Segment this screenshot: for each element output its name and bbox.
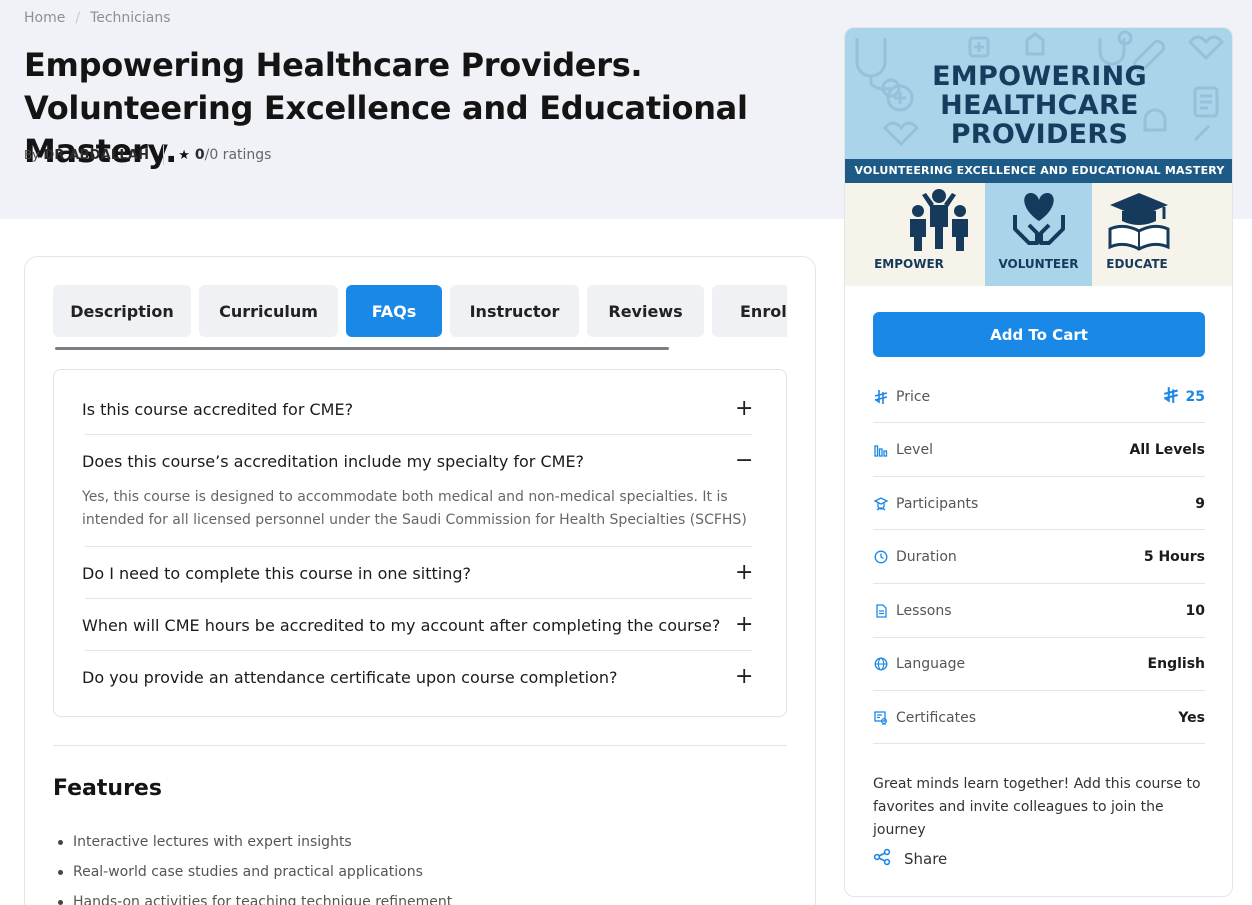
people-group-icon bbox=[910, 189, 968, 251]
tabs-scrollbar[interactable] bbox=[55, 347, 669, 350]
faq-accordion: Is this course accredited for CME? + Does… bbox=[53, 369, 787, 717]
thumbnail-title: EMPOWERING HEALTHCARE PROVIDERS bbox=[932, 61, 1147, 150]
feature-text: Interactive lectures with expert insight… bbox=[73, 834, 352, 850]
faq-question[interactable]: When will CME hours be accredited to my … bbox=[82, 616, 720, 635]
tab-description[interactable]: Description bbox=[53, 285, 191, 337]
faq-question[interactable]: Do you provide an attendance certificate… bbox=[82, 668, 618, 687]
language-value: English bbox=[1147, 655, 1205, 672]
meta-participants: Participants 9 bbox=[873, 477, 1205, 530]
currency-icon bbox=[1162, 386, 1180, 408]
faq-item-expanded[interactable]: Does this course’s accreditation include… bbox=[82, 450, 753, 532]
tab-instructor[interactable]: Instructor bbox=[450, 285, 579, 337]
section-divider bbox=[53, 745, 787, 746]
meta-label: Lessons bbox=[896, 602, 952, 619]
meta-label: Level bbox=[896, 441, 933, 458]
meta-price: Price 25 bbox=[873, 370, 1205, 423]
tab-enrolled[interactable]: Enrolle bbox=[712, 285, 787, 337]
level-value: All Levels bbox=[1129, 441, 1205, 458]
rating-value: 0 bbox=[194, 147, 205, 163]
thumbnail-subtitle: VOLUNTEERING EXCELLENCE AND EDUCATIONAL … bbox=[845, 159, 1232, 183]
price-value: 25 bbox=[1185, 388, 1205, 405]
faq-divider bbox=[85, 546, 752, 547]
faq-divider bbox=[85, 434, 752, 435]
faq-item[interactable]: Do you provide an attendance certificate… bbox=[82, 666, 753, 688]
breadcrumb-current[interactable]: Technicians bbox=[90, 10, 170, 26]
tab-curriculum[interactable]: Curriculum bbox=[199, 285, 338, 337]
course-thumbnail: EMPOWERING HEALTHCARE PROVIDERS VOLUNTEE… bbox=[845, 28, 1232, 286]
tab-faqs[interactable]: FAQs bbox=[346, 285, 442, 337]
lessons-value: 10 bbox=[1185, 602, 1205, 619]
certificates-value: Yes bbox=[1178, 709, 1205, 726]
feature-item: Interactive lectures with expert insight… bbox=[53, 827, 452, 857]
heart-hands-icon bbox=[1013, 193, 1065, 245]
course-sidebar: EMPOWERING HEALTHCARE PROVIDERS VOLUNTEE… bbox=[844, 27, 1233, 897]
faq-question[interactable]: Does this course’s accreditation include… bbox=[82, 452, 584, 471]
rating-count: /0 ratings bbox=[204, 147, 272, 163]
course-tabs: Description Curriculum FAQs Instructor R… bbox=[53, 285, 787, 339]
meta-label: Duration bbox=[896, 548, 957, 565]
certificate-icon bbox=[873, 710, 889, 726]
faq-item[interactable]: When will CME hours be accredited to my … bbox=[82, 614, 753, 636]
bar-chart-icon bbox=[873, 442, 889, 458]
feature-text: Hands-on activities for teaching techniq… bbox=[73, 894, 453, 905]
meta-label: Price bbox=[896, 388, 931, 405]
plus-icon[interactable]: + bbox=[735, 666, 753, 688]
course-byline: By DR ABDALLAH ★ 0 /0 ratings bbox=[24, 145, 271, 165]
features-list: Interactive lectures with expert insight… bbox=[53, 827, 452, 905]
participants-value: 9 bbox=[1195, 495, 1205, 512]
plus-icon[interactable]: + bbox=[735, 398, 753, 420]
faq-question[interactable]: Is this course accredited for CME? bbox=[82, 400, 353, 419]
currency-icon bbox=[873, 389, 889, 405]
participants-icon bbox=[873, 496, 889, 512]
faq-item[interactable]: Is this course accredited for CME? + bbox=[82, 398, 753, 420]
share-button[interactable]: Share bbox=[873, 848, 947, 870]
meta-label: Certificates bbox=[896, 709, 977, 726]
meta-label: Participants bbox=[896, 495, 979, 512]
bullet-icon bbox=[58, 899, 63, 905]
share-icon bbox=[873, 848, 891, 870]
byline-divider bbox=[163, 145, 165, 165]
faq-item[interactable]: Do I need to complete this course in one… bbox=[82, 562, 753, 584]
duration-value: 5 Hours bbox=[1143, 548, 1205, 565]
author-link[interactable]: DR ABDALLAH bbox=[43, 148, 149, 163]
meta-language: Language English bbox=[873, 637, 1205, 690]
bullet-icon bbox=[58, 869, 63, 875]
meta-lessons: Lessons 10 bbox=[873, 584, 1205, 637]
meta-certificates: Certificates Yes bbox=[873, 691, 1205, 744]
faq-divider bbox=[85, 650, 752, 651]
faq-answer: Yes, this course is designed to accommod… bbox=[82, 489, 747, 528]
globe-icon bbox=[873, 656, 889, 672]
feature-item: Hands-on activities for teaching techniq… bbox=[53, 887, 452, 905]
clock-icon bbox=[873, 549, 889, 565]
breadcrumb-home-link[interactable]: Home bbox=[24, 10, 65, 26]
star-icon: ★ bbox=[178, 147, 190, 163]
faq-question[interactable]: Do I need to complete this course in one… bbox=[82, 564, 471, 583]
feature-item: Real-world case studies and practical ap… bbox=[53, 857, 452, 887]
plus-icon[interactable]: + bbox=[735, 614, 753, 636]
plus-icon[interactable]: + bbox=[735, 562, 753, 584]
meta-level: Level All Levels bbox=[873, 423, 1205, 476]
minus-icon[interactable]: − bbox=[735, 450, 753, 472]
by-label: By bbox=[24, 148, 40, 162]
sidebar-note: Great minds learn together! Add this cou… bbox=[873, 776, 1201, 838]
breadcrumb: Home / Technicians bbox=[24, 10, 171, 26]
tab-reviews[interactable]: Reviews bbox=[587, 285, 704, 337]
document-icon bbox=[873, 603, 889, 619]
meta-duration: Duration 5 Hours bbox=[873, 530, 1205, 583]
faq-divider bbox=[85, 598, 752, 599]
share-label: Share bbox=[904, 850, 948, 868]
features-heading: Features bbox=[53, 776, 162, 801]
add-to-cart-button[interactable]: Add To Cart bbox=[873, 312, 1205, 357]
graduation-book-icon bbox=[1108, 193, 1170, 251]
feature-text: Real-world case studies and practical ap… bbox=[73, 864, 423, 880]
breadcrumb-separator: / bbox=[75, 10, 81, 26]
bullet-icon bbox=[58, 839, 63, 845]
meta-label: Language bbox=[896, 655, 966, 672]
